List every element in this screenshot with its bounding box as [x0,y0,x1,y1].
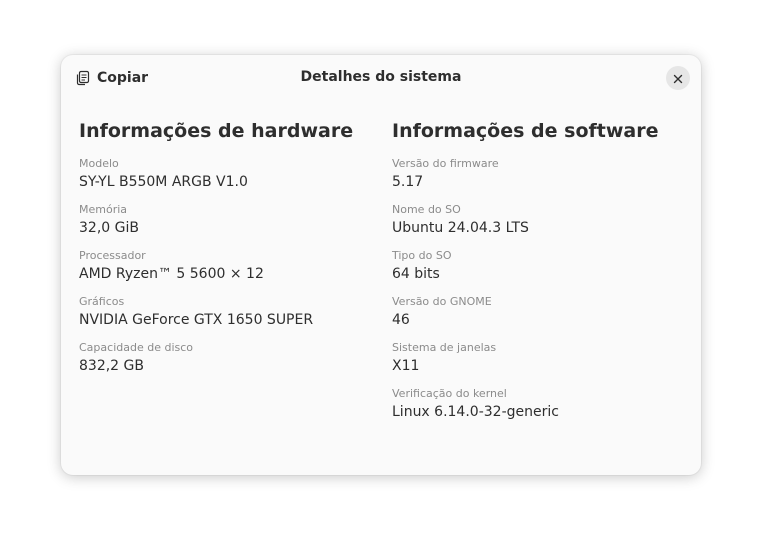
field-model: Modelo SY-YL B550M ARGB V1.0 [79,156,369,202]
software-section-title: Informações de software [392,120,659,142]
field-windowing-system: Sistema de janelas X11 [392,340,682,386]
field-memory: Memória 32,0 GiB [79,202,369,248]
field-label: Gráficos [79,295,125,308]
field-disk-capacity: Capacidade de disco 832,2 GB [79,340,369,386]
field-firmware-version: Versão do firmware 5.17 [392,156,682,202]
field-label: Versão do GNOME [392,295,492,308]
dialog-header: Copiar Detalhes do sistema [61,55,701,101]
field-gnome-version: Versão do GNOME 46 [392,294,682,340]
field-label: Capacidade de disco [79,341,194,354]
close-icon [673,69,683,88]
field-label: Modelo [79,157,119,170]
hardware-section: Informações de hardware Modelo SY-YL B55… [79,119,369,386]
field-value: 5.17 [392,174,424,190]
field-label: Nome do SO [392,203,461,216]
field-kernel-version: Verificação do kernel Linux 6.14.0-32-ge… [392,386,682,432]
field-value: 64 bits [392,266,440,282]
hardware-section-title: Informações de hardware [79,120,354,142]
field-label: Processador [79,249,146,262]
field-value: 832,2 GB [79,358,144,374]
system-details-dialog: Copiar Detalhes do sistema Informações d… [61,55,701,475]
dialog-title: Detalhes do sistema [300,69,462,85]
field-graphics: Gráficos NVIDIA GeForce GTX 1650 SUPER [79,294,369,340]
field-value: NVIDIA GeForce GTX 1650 SUPER [79,312,314,328]
field-os-type: Tipo do SO 64 bits [392,248,682,294]
field-label: Memória [79,203,128,216]
field-value: 46 [392,312,410,328]
field-label: Verificação do kernel [392,387,507,400]
field-value: SY-YL B550M ARGB V1.0 [79,174,248,190]
close-button[interactable] [666,66,690,90]
field-os-name: Nome do SO Ubuntu 24.04.3 LTS [392,202,682,248]
field-value: 32,0 GiB [79,220,139,236]
software-section: Informações de software Versão do firmwa… [392,119,682,432]
field-label: Sistema de janelas [392,341,497,354]
field-value: X11 [392,358,420,374]
field-label: Versão do firmware [392,157,499,170]
field-value: Ubuntu 24.04.3 LTS [392,220,529,236]
field-processor: Processador AMD Ryzen™ 5 5600 × 12 [79,248,369,294]
field-value: Linux 6.14.0-32-generic [392,404,559,420]
field-value: AMD Ryzen™ 5 5600 × 12 [79,266,264,282]
field-label: Tipo do SO [392,249,452,262]
